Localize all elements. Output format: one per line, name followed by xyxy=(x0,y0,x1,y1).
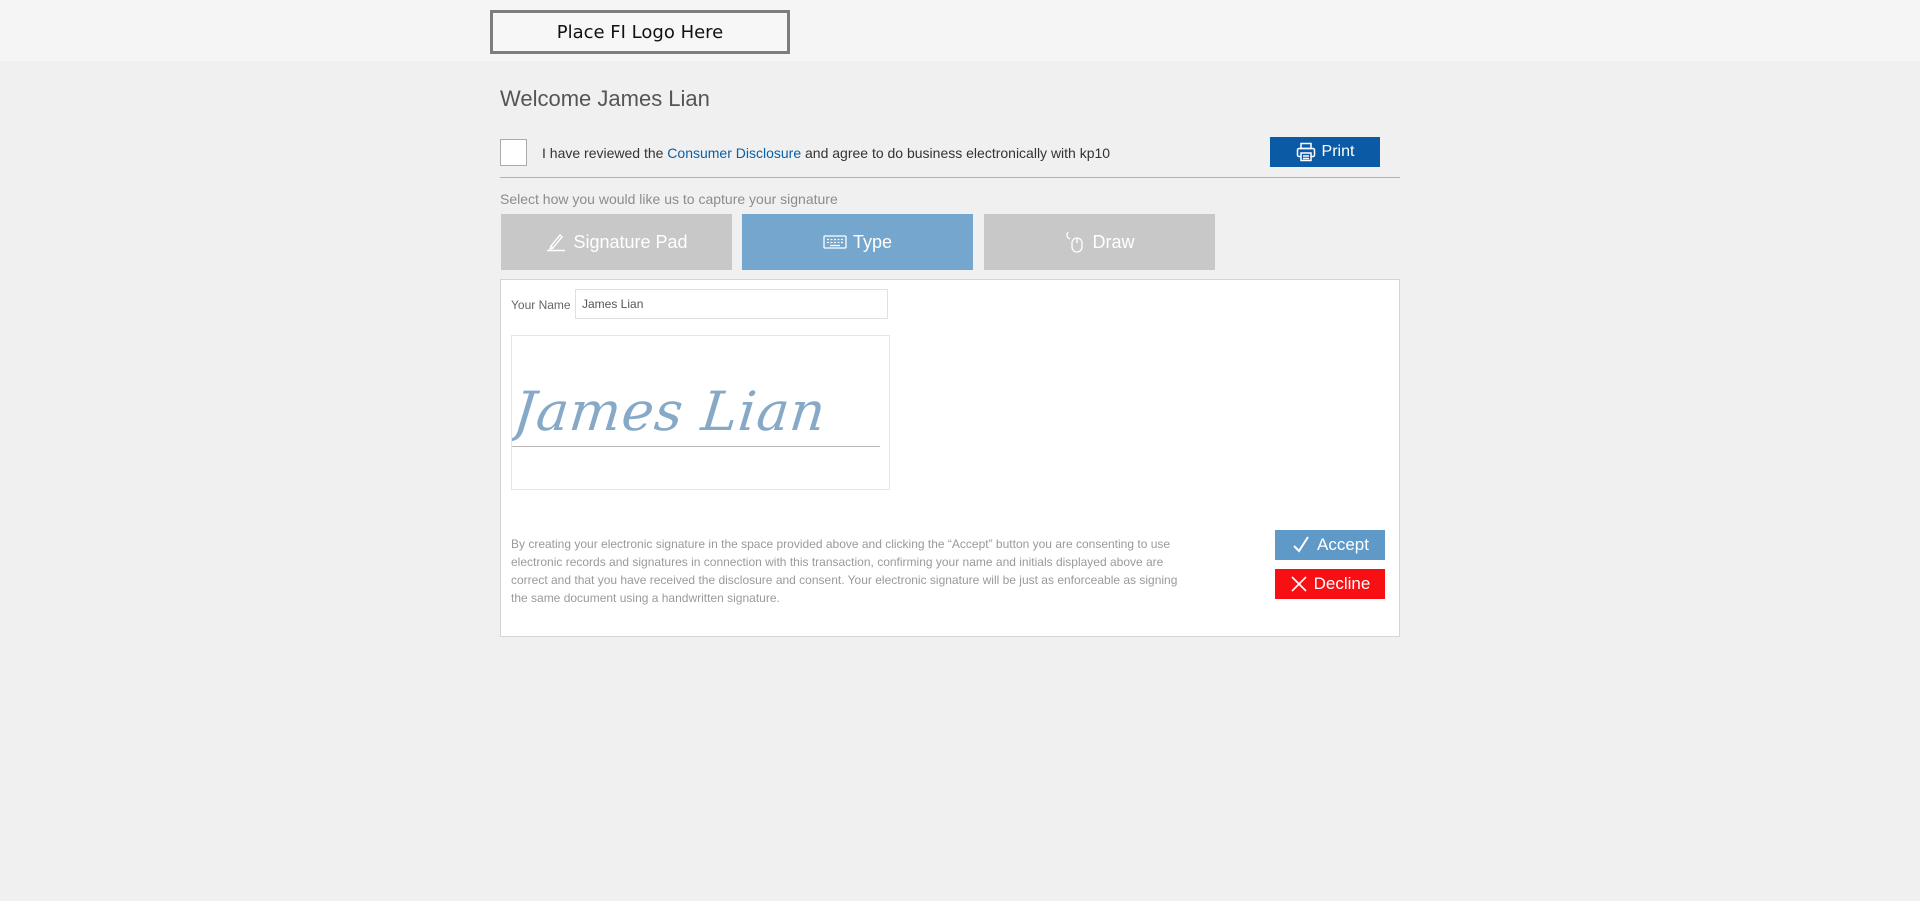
tab-draw[interactable]: Draw xyxy=(984,214,1215,270)
name-input[interactable] xyxy=(575,289,888,319)
decline-button-label: Decline xyxy=(1313,574,1371,593)
printer-icon xyxy=(1296,142,1316,162)
print-button-label: Print xyxy=(1321,143,1355,160)
tab-type-label: Type xyxy=(852,231,893,252)
signature-method-tabs: Signature Pad Type Draw xyxy=(500,214,1400,270)
consent-row: I have reviewed the Consumer Disclosure … xyxy=(500,137,1400,177)
print-button[interactable]: Print xyxy=(1270,137,1380,167)
decline-button[interactable]: Decline xyxy=(1275,569,1385,599)
tab-signature-pad[interactable]: Signature Pad xyxy=(501,214,732,270)
signature-panel: Your Name James Lian By creating your el… xyxy=(500,279,1400,637)
checkmark-icon xyxy=(1291,535,1311,555)
consent-suffix: and agree to do business electronically … xyxy=(801,145,1111,161)
signature-preview: James Lian xyxy=(511,380,830,443)
mouse-icon xyxy=(1064,230,1086,254)
page-title: Welcome James Lian xyxy=(500,86,710,111)
tab-draw-label: Draw xyxy=(1092,231,1135,252)
accept-button[interactable]: Accept xyxy=(1275,530,1385,560)
consent-text: I have reviewed the Consumer Disclosure … xyxy=(542,145,1110,161)
name-label: Your Name xyxy=(511,298,571,312)
divider xyxy=(500,177,1400,178)
tab-type[interactable]: Type xyxy=(742,214,973,270)
consent-checkbox[interactable] xyxy=(500,139,527,166)
accept-button-label: Accept xyxy=(1317,535,1369,554)
keyboard-icon xyxy=(823,234,847,250)
tab-signature-pad-label: Signature Pad xyxy=(573,231,688,252)
top-bar: Place FI Logo Here xyxy=(0,0,1920,61)
capture-prompt: Select how you would like us to capture … xyxy=(500,191,838,207)
legal-consent-text: By creating your electronic signature in… xyxy=(511,537,1178,605)
signature-line xyxy=(512,446,880,447)
close-icon xyxy=(1290,575,1308,593)
pen-icon xyxy=(545,232,567,252)
logo-placeholder: Place FI Logo Here xyxy=(490,10,790,54)
consumer-disclosure-link[interactable]: Consumer Disclosure xyxy=(667,145,801,161)
consent-prefix: I have reviewed the xyxy=(542,145,668,161)
signature-preview-box: James Lian xyxy=(511,335,890,490)
